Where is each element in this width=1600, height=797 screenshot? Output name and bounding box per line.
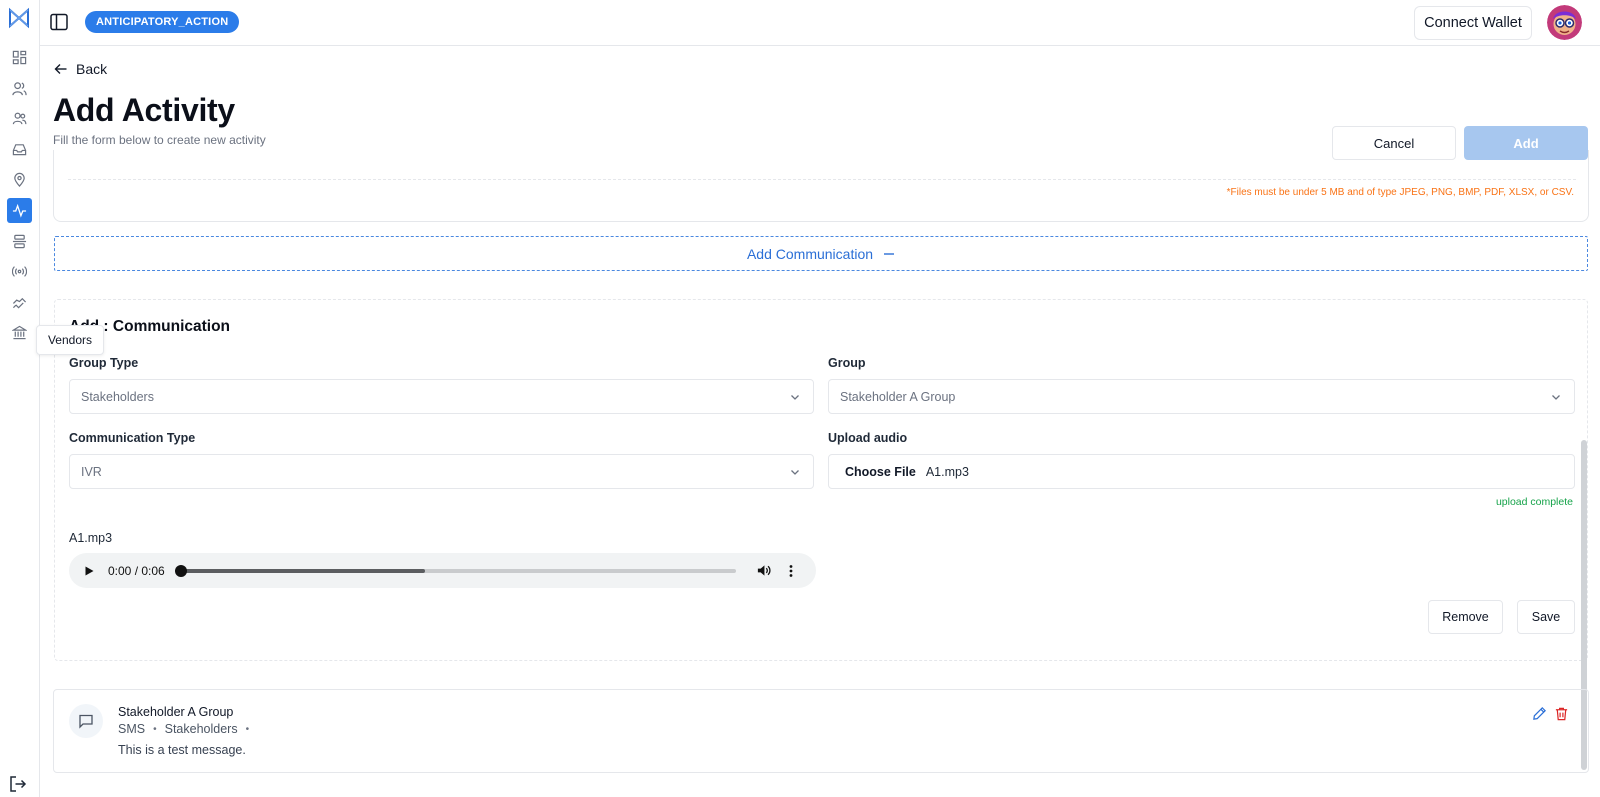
avatar[interactable] [1547,5,1582,40]
rahat-logo-icon[interactable] [8,7,30,29]
sidebar [0,0,40,797]
play-icon[interactable] [83,565,95,577]
add-communication-label: Add Communication [746,245,874,262]
group-icon [12,112,27,125]
activity-documents-card: *Files must be under 5 MB and of type JP… [53,150,1589,222]
sidebar-item-activities[interactable] [7,198,32,223]
communication-type-label: Communication Type [69,431,196,445]
communication-type-value: IVR [81,464,102,479]
sidebar-item-inbox[interactable] [7,137,32,162]
minus-icon [884,252,895,255]
communication-type-select[interactable]: IVR [69,454,814,489]
list-item: Stakeholder A Group SMS • Stakeholders •… [53,689,1589,773]
layers-icon [12,234,27,249]
save-button[interactable]: Save [1517,600,1575,634]
audio-seek-thumb[interactable] [174,564,187,577]
trash-icon[interactable] [1554,706,1569,721]
chevron-down-icon [791,394,799,400]
sidebar-toggle-icon[interactable] [49,12,69,32]
upload-status: upload complete [1495,496,1573,508]
sidebar-item-stakeholders[interactable] [7,106,32,131]
group-select[interactable]: Stakeholder A Group [828,379,1575,414]
logout-icon[interactable] [8,774,28,794]
uploaded-file-name: A1.mp3 [925,464,969,479]
location-pin-icon [14,172,25,187]
sidebar-item-vendors[interactable] [7,320,32,345]
chevron-down-icon [1552,394,1560,400]
communication-group-type: Stakeholders [164,722,238,736]
choose-file-button[interactable]: Choose File [845,465,916,479]
separator-dot: • [153,723,157,735]
more-options-icon[interactable] [785,564,797,578]
connect-wallet-button[interactable]: Connect Wallet [1414,6,1532,40]
sidebar-item-beneficiaries[interactable] [7,76,32,101]
remove-button[interactable]: Remove [1428,600,1503,634]
back-link[interactable]: Back [54,61,107,77]
audio-buffered-bar [180,568,425,573]
project-badge[interactable]: ANTICIPATORY_ACTION [85,11,240,33]
communication-type: SMS [118,722,146,736]
back-label: Back [76,61,108,77]
page-title: Add Activity [53,92,235,128]
group-value: Stakeholder A Group [840,389,956,404]
sidebar-item-communications[interactable] [7,259,32,284]
message-icon [79,714,93,729]
communication-meta: SMS • Stakeholders • [118,722,249,736]
separator-dot: • [245,723,250,735]
file-requirements-note: *Files must be under 5 MB and of type JP… [1226,187,1574,198]
sidebar-item-locations[interactable] [7,167,32,192]
sidebar-tooltip: Vendors [36,325,104,355]
volume-icon[interactable] [756,563,771,578]
audio-file-name: A1.mp3 [69,531,113,545]
upload-audio-label: Upload audio [828,431,908,445]
users-icon [12,82,27,96]
broadcast-icon [12,266,27,277]
communication-group: Stakeholder A Group [118,705,234,719]
page-subtitle: Fill the form below to create new activi… [53,133,266,147]
communication-message: This is a test message. [118,743,246,757]
edit-icon[interactable] [1532,706,1547,721]
bank-icon [12,325,27,340]
add-communication-toggle[interactable]: Add Communication [54,236,1588,271]
audio-seek-bar[interactable] [174,564,736,577]
audio-player: 0:00 / 0:06 [69,553,816,588]
chevron-down-icon [791,469,799,475]
avatar-image-icon [1547,5,1582,40]
document-dropzone-edge[interactable] [68,178,1576,180]
dashboard-icon [12,50,27,65]
activity-icon [12,203,27,218]
sidebar-item-dashboard[interactable] [7,45,32,70]
handshake-icon [12,297,27,309]
sidebar-item-layers[interactable] [7,229,32,254]
audio-time: 0:00 / 0:06 [108,563,165,578]
topbar: ANTICIPATORY_ACTION Connect Wallet [40,0,1600,46]
group-type-value: Stakeholders [81,389,154,404]
group-type-select[interactable]: Stakeholders [69,379,814,414]
group-label: Group [828,356,866,370]
upload-audio-input[interactable]: Choose File A1.mp3 [828,454,1575,489]
inbox-icon [12,144,27,156]
group-type-label: Group Type [69,356,139,370]
sidebar-item-grievances[interactable] [7,290,32,315]
arrow-left-icon [54,64,67,74]
communication-form: Add : Communication Group Type Stakehold… [54,299,1588,661]
message-icon-badge [69,704,103,738]
